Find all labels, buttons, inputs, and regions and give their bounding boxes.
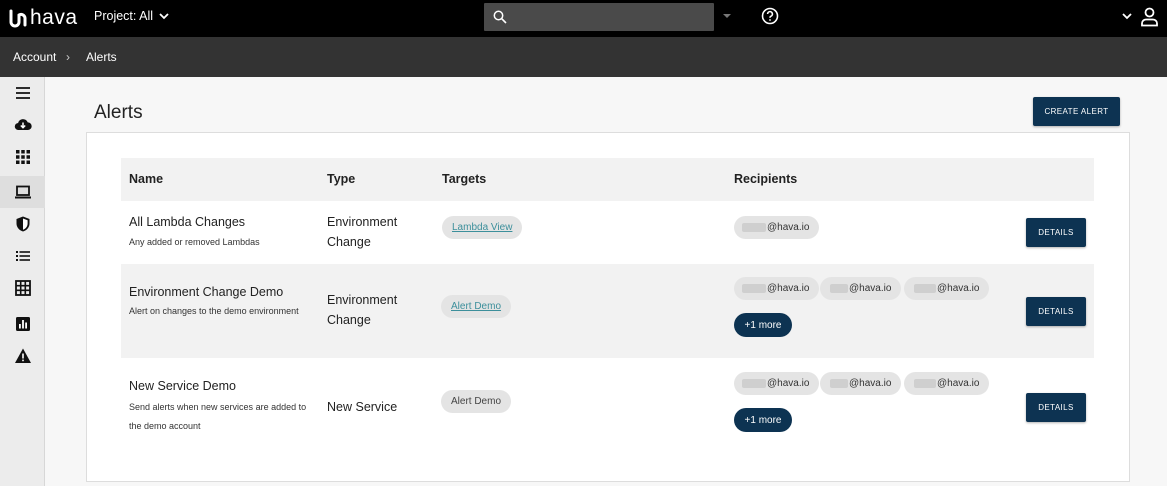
alerts-table-header: Name Type Targets Recipients xyxy=(121,158,1094,201)
bar-chart-icon xyxy=(15,317,30,331)
recipient-chip: @hava.io xyxy=(904,277,990,300)
sidebar-item-list[interactable] xyxy=(0,240,45,272)
recipient-chip: @hava.io xyxy=(904,372,990,395)
top-bar: hava Project: All xyxy=(0,0,1167,37)
sidebar-item-security[interactable] xyxy=(0,208,45,240)
breadcrumb-alerts: Alerts xyxy=(86,50,117,64)
chevron-down-icon xyxy=(159,13,169,20)
sidebar-item-alerts[interactable] xyxy=(0,340,45,372)
details-button[interactable]: DETAILS xyxy=(1026,393,1086,422)
details-button[interactable]: DETAILS xyxy=(1026,218,1086,247)
menu-icon xyxy=(15,87,30,99)
project-selector-label: Project: All xyxy=(94,9,154,23)
redacted-mask xyxy=(830,379,848,388)
redacted-mask xyxy=(742,223,766,232)
redacted-mask xyxy=(742,284,766,293)
alert-name: New Service Demo xyxy=(129,379,236,393)
more-recipients-button[interactable]: +1 more xyxy=(734,313,792,337)
sidebar-item-import[interactable] xyxy=(0,109,45,141)
table-icon xyxy=(14,280,31,296)
alert-type: New Service xyxy=(327,400,398,414)
alert-type: Environment Change xyxy=(327,293,398,327)
alert-description: Send alerts when new services are added … xyxy=(129,402,307,431)
logo-text: hava xyxy=(30,6,78,29)
more-recipients-button[interactable]: +1 more xyxy=(734,408,792,432)
target-chip: Alert Demo xyxy=(441,390,512,413)
breadcrumb: Account › Alerts xyxy=(0,37,1167,77)
recipient-chip: @hava.io xyxy=(734,277,820,300)
table-row: All Lambda Changes Any added or removed … xyxy=(121,201,1094,264)
column-header-recipients: Recipients xyxy=(734,172,798,186)
search-dropdown-caret-icon[interactable] xyxy=(722,12,732,20)
alert-name: Environment Change Demo xyxy=(129,285,284,299)
hava-logo-icon xyxy=(9,9,27,28)
sidebar-item-reports[interactable] xyxy=(0,308,45,340)
sidebar-item-environments[interactable] xyxy=(0,141,45,173)
search-icon xyxy=(493,10,507,24)
recipient-domain: @hava.io xyxy=(937,283,980,294)
user-menu-chevron-icon[interactable] xyxy=(1121,11,1133,21)
column-header-name: Name xyxy=(129,172,164,186)
shield-icon xyxy=(16,216,29,232)
recipient-domain: @hava.io xyxy=(937,378,980,389)
project-selector[interactable]: Project: All xyxy=(94,9,169,23)
redacted-mask xyxy=(914,284,936,293)
recipient-chip: @hava.io xyxy=(820,277,902,300)
search-input[interactable] xyxy=(514,7,704,27)
redacted-mask xyxy=(742,379,766,388)
breadcrumb-separator: › xyxy=(66,50,70,64)
recipient-domain: @hava.io xyxy=(767,283,810,294)
details-button[interactable]: DETAILS xyxy=(1026,297,1086,326)
cloud-download-icon xyxy=(14,119,32,131)
redacted-mask xyxy=(830,284,848,293)
help-icon[interactable] xyxy=(761,7,779,25)
recipient-chip: @hava.io xyxy=(820,372,902,395)
target-chip-link[interactable]: Alert Demo xyxy=(441,295,512,318)
target-chip-link[interactable]: Lambda View xyxy=(442,216,523,239)
recipient-domain: @hava.io xyxy=(849,283,892,294)
alert-type: Environment Change xyxy=(327,215,398,249)
recipient-chip: @hava.io xyxy=(734,372,820,395)
table-row: New Service Demo Send alerts when new se… xyxy=(121,358,1094,452)
redacted-mask xyxy=(914,379,936,388)
sidebar-item-devices[interactable] xyxy=(0,176,45,208)
column-header-targets: Targets xyxy=(442,172,487,186)
column-header-type: Type xyxy=(327,172,356,186)
sidebar-item-table[interactable] xyxy=(0,272,45,304)
create-alert-button[interactable]: CREATE ALERT xyxy=(1033,97,1120,126)
alert-name: All Lambda Changes xyxy=(129,215,246,229)
table-row: Environment Change Demo Alert on changes… xyxy=(121,264,1094,358)
recipient-domain: @hava.io xyxy=(767,222,810,233)
hava-logo[interactable]: hava xyxy=(8,6,78,30)
alert-description: Any added or removed Lambdas xyxy=(129,237,260,247)
sidebar xyxy=(0,77,45,486)
laptop-icon xyxy=(14,185,31,199)
recipient-domain: @hava.io xyxy=(849,378,892,389)
breadcrumb-account-link[interactable]: Account xyxy=(13,50,56,64)
alert-description: Alert on changes to the demo environment xyxy=(129,306,299,316)
page-title: Alerts xyxy=(94,102,143,123)
recipient-domain: @hava.io xyxy=(767,378,810,389)
warning-icon xyxy=(14,348,31,363)
user-icon[interactable] xyxy=(1140,7,1159,27)
sidebar-item-menu[interactable] xyxy=(0,77,45,109)
apps-grid-icon xyxy=(15,150,30,164)
list-icon xyxy=(15,251,30,261)
search-box[interactable] xyxy=(484,3,714,31)
recipient-chip: @hava.io xyxy=(734,216,820,239)
